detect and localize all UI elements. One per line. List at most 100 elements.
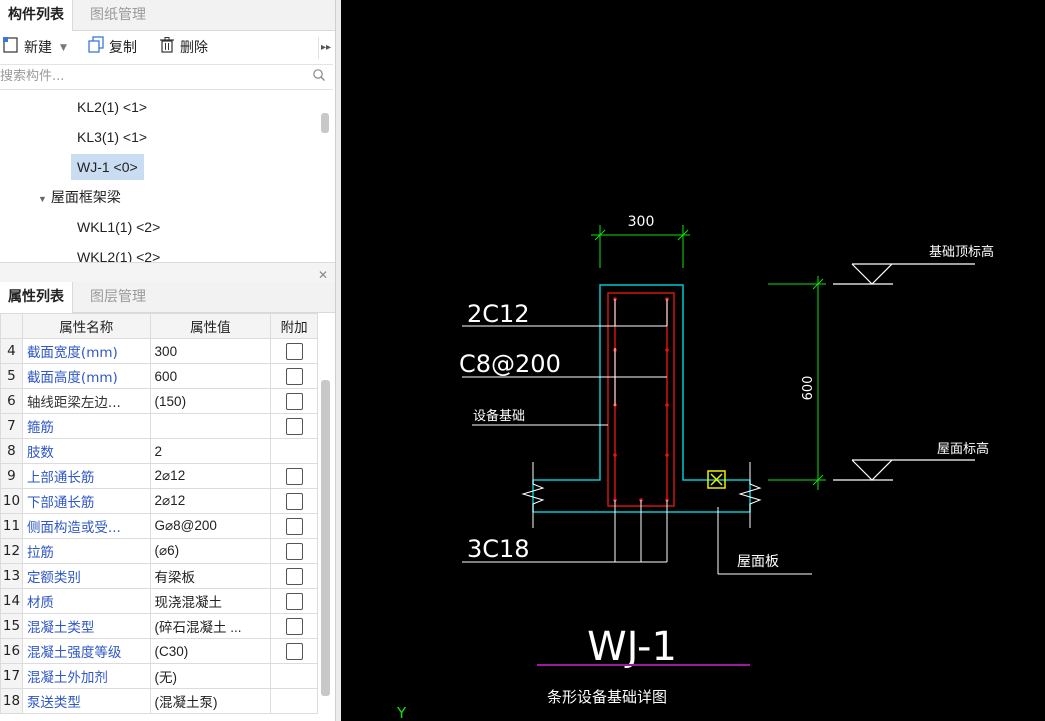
row-index: 16	[0, 638, 23, 664]
tree-item-wj1[interactable]: WJ-1 <0>	[71, 154, 144, 180]
search-icon[interactable]	[312, 68, 326, 86]
grid-scrollbar[interactable]	[321, 380, 330, 696]
leader-lines	[462, 299, 812, 575]
table-row[interactable]: 17 混凝土外加剂 (无)	[0, 663, 318, 689]
attach-checkbox[interactable]	[285, 492, 303, 510]
table-row[interactable]: 14 材质 现浇混凝土	[0, 588, 318, 614]
table-row[interactable]: 16 混凝土强度等级 (C30)	[0, 638, 318, 664]
label-stirrup: C8@200	[459, 350, 561, 378]
prop-value[interactable]: G⌀8@200	[149, 513, 272, 539]
attach-checkbox[interactable]	[285, 617, 303, 635]
rebar-points	[613, 297, 669, 502]
prop-attach-cell	[270, 413, 318, 439]
attach-checkbox[interactable]	[285, 592, 303, 610]
prop-value[interactable]: (碎石混凝土 ...	[149, 613, 272, 639]
tree-scrollbar[interactable]	[321, 113, 329, 133]
prop-value[interactable]	[149, 413, 272, 439]
elev-triangle	[851, 263, 893, 285]
table-row[interactable]: 13 定额类别 有梁板	[0, 563, 318, 589]
tree-item-wkl1[interactable]: WKL1(1) <2>	[77, 214, 160, 240]
prop-name: 材质	[21, 588, 151, 614]
prop-attach-cell	[270, 388, 318, 414]
panel-divider[interactable]	[0, 262, 335, 283]
prop-attach-cell	[270, 513, 318, 539]
tree-item-wkl2[interactable]: WKL2(1) <2>	[77, 244, 160, 262]
search-input[interactable]	[0, 67, 290, 85]
label-roof-slab: 屋面板	[737, 554, 779, 570]
table-row[interactable]: 4 截面宽度(mm) 300	[0, 338, 318, 364]
close-icon[interactable]: ✕	[318, 268, 328, 282]
tab-component-list[interactable]: 构件列表	[0, 0, 73, 31]
copy-button[interactable]: 复制	[87, 35, 137, 61]
more-icon[interactable]: ▸▸	[318, 37, 333, 59]
prop-name: 侧面构造或受...	[21, 513, 151, 539]
attach-checkbox[interactable]	[285, 392, 303, 410]
new-label: 新建	[24, 40, 52, 56]
prop-value[interactable]: (混凝土泵)	[149, 688, 272, 714]
attach-checkbox[interactable]	[285, 467, 303, 485]
prop-attach-cell	[270, 688, 318, 714]
dropdown-arrow-icon[interactable]: ▼	[60, 37, 67, 59]
component-toolbar: 新建 ▼ 复制 删除 ▸▸	[0, 31, 335, 65]
prop-attach-cell	[270, 563, 318, 589]
rebar-dot	[665, 403, 669, 407]
tree-group-roof-beams[interactable]: ▼ 屋面框架梁	[38, 184, 121, 210]
attach-checkbox[interactable]	[285, 542, 303, 560]
prop-attach-cell	[270, 588, 318, 614]
prop-name: 肢数	[21, 438, 151, 464]
tree-item-kl2[interactable]: KL2(1) <1>	[77, 94, 147, 120]
chevron-down-icon[interactable]: ▼	[38, 194, 47, 204]
new-button[interactable]: 新建 ▼	[2, 36, 67, 61]
prop-attach-cell	[270, 363, 318, 389]
prop-value[interactable]: 600	[149, 363, 272, 389]
table-row[interactable]: 8 肢数 2	[0, 438, 318, 464]
prop-attach-cell	[270, 663, 318, 689]
table-row[interactable]: 7 箍筋	[0, 413, 318, 439]
prop-value[interactable]: 现浇混凝土	[149, 588, 272, 614]
rebar-cage	[607, 292, 675, 507]
prop-name: 拉筋	[21, 538, 151, 564]
header-attach: 附加	[270, 313, 318, 339]
prop-value[interactable]: 2⌀12	[149, 488, 272, 514]
prop-name: 混凝土强度等级	[21, 638, 151, 664]
rebar-dot	[665, 453, 669, 457]
new-icon	[2, 36, 24, 61]
prop-value[interactable]: (无)	[149, 663, 272, 689]
table-row[interactable]: 6 轴线距梁左边... (150)	[0, 388, 318, 414]
label-foundation-top: 基础顶标高	[929, 244, 994, 260]
tab-property-list[interactable]: 属性列表	[0, 282, 73, 313]
prop-value[interactable]: 300	[149, 338, 272, 364]
attach-checkbox[interactable]	[285, 567, 303, 585]
prop-value[interactable]: 有梁板	[149, 563, 272, 589]
table-row[interactable]: 5 截面高度(mm) 600	[0, 363, 318, 389]
row-index: 15	[0, 613, 23, 639]
prop-name: 混凝土外加剂	[21, 663, 151, 689]
prop-value[interactable]: (150)	[149, 388, 272, 414]
table-row[interactable]: 15 混凝土类型 (碎石混凝土 ...	[0, 613, 318, 639]
tree-group-label: 屋面框架梁	[50, 189, 121, 205]
prop-value[interactable]: (⌀6)	[149, 538, 272, 564]
prop-value[interactable]: (C30)	[149, 638, 272, 664]
tree-item-kl3[interactable]: KL3(1) <1>	[77, 124, 147, 150]
cad-canvas[interactable]: 300 600 2C12 C8@200 设备基础 3C18 屋面板 基础顶标高 …	[341, 0, 1045, 721]
table-row[interactable]: 11 侧面构造或受... G⌀8@200	[0, 513, 318, 539]
prop-value[interactable]: 2⌀12	[149, 463, 272, 489]
rebar-dot	[665, 348, 669, 352]
table-row[interactable]: 18 泵送类型 (混凝土泵)	[0, 688, 318, 714]
prop-value[interactable]: 2	[149, 438, 272, 464]
prop-attach-cell	[270, 463, 318, 489]
tab-drawing-management[interactable]: 图纸管理	[82, 0, 154, 30]
attach-checkbox[interactable]	[285, 367, 303, 385]
attach-checkbox[interactable]	[285, 417, 303, 435]
table-row[interactable]: 10 下部通长筋 2⌀12	[0, 488, 318, 514]
attach-checkbox[interactable]	[285, 642, 303, 660]
attach-checkbox[interactable]	[285, 517, 303, 535]
attach-checkbox[interactable]	[285, 342, 303, 360]
row-index: 13	[0, 563, 23, 589]
header-index	[0, 313, 23, 339]
delete-button[interactable]: 删除	[158, 36, 208, 59]
tab-layer-management[interactable]: 图层管理	[82, 282, 154, 312]
table-row[interactable]: 12 拉筋 (⌀6)	[0, 538, 318, 564]
copy-icon	[87, 35, 109, 61]
table-row[interactable]: 9 上部通长筋 2⌀12	[0, 463, 318, 489]
